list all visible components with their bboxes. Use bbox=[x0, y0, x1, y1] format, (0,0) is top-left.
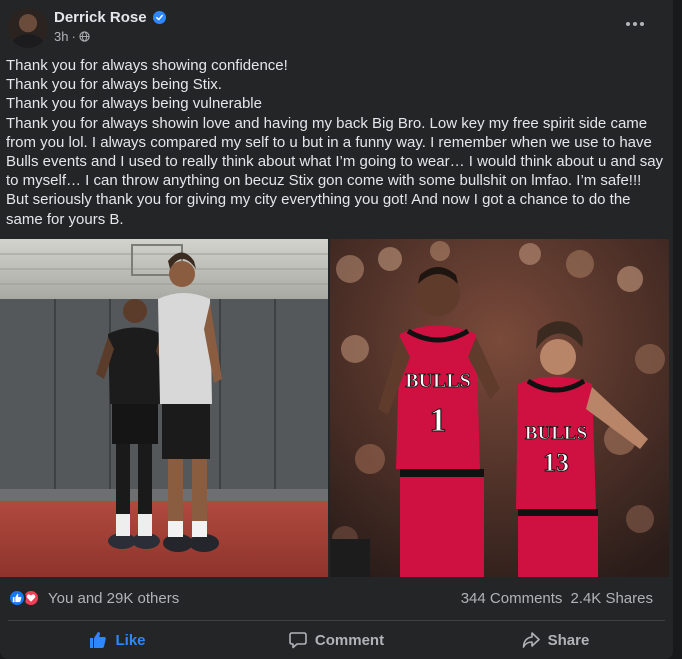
author-name-row: Derrick Rose bbox=[54, 9, 166, 26]
jersey-text-2: BULLS bbox=[525, 423, 587, 444]
more-options-icon[interactable] bbox=[623, 14, 647, 34]
post-line-3: Thank you for always being vulnerable bbox=[6, 95, 262, 113]
author-name[interactable]: Derrick Rose bbox=[54, 9, 147, 26]
feed-post: Derrick Rose 3h · Thank you for always s… bbox=[0, 0, 673, 659]
globe-icon bbox=[79, 31, 90, 42]
thumbs-up-icon bbox=[90, 632, 107, 648]
post-line-2: Thank you for always being Stix. bbox=[6, 76, 222, 94]
actions-divider bbox=[8, 620, 665, 621]
like-label: Like bbox=[115, 631, 146, 649]
comment-button[interactable]: Comment bbox=[227, 623, 446, 657]
post-stats: 344 Comments 2.4K Shares bbox=[461, 590, 653, 607]
reaction-summary[interactable]: You and 29K others bbox=[8, 589, 179, 607]
share-icon bbox=[522, 632, 540, 648]
author-avatar[interactable] bbox=[8, 8, 48, 48]
share-button[interactable]: Share bbox=[446, 623, 665, 657]
verified-badge-icon bbox=[152, 11, 166, 24]
like-button[interactable]: Like bbox=[8, 623, 227, 657]
jersey-number-1: 1 bbox=[430, 402, 447, 439]
post-line-4: Thank you for always showin love and hav… bbox=[6, 114, 664, 228]
like-reaction-icon bbox=[8, 589, 26, 607]
reactions-count: You and 29K others bbox=[48, 589, 180, 607]
photo-two-men-gym[interactable] bbox=[0, 239, 328, 577]
comment-icon bbox=[289, 632, 307, 649]
comment-label: Comment bbox=[314, 631, 385, 649]
comments-count[interactable]: 344 Comments bbox=[461, 590, 563, 607]
meta-separator: · bbox=[71, 29, 76, 44]
post-time[interactable]: 3h bbox=[54, 29, 68, 44]
post-header: Derrick Rose 3h · bbox=[0, 0, 673, 52]
post-text: Thank you for always showing confidence!… bbox=[6, 56, 666, 229]
shares-count[interactable]: 2.4K Shares bbox=[570, 590, 653, 607]
post-actions: Like Comment Share bbox=[8, 623, 665, 657]
post-line-1: Thank you for always showing confidence! bbox=[6, 57, 288, 74]
post-meta: 3h · bbox=[54, 29, 90, 44]
jersey-text-1: BULLS bbox=[405, 370, 471, 392]
jersey-number-2: 13 bbox=[543, 448, 569, 477]
photo-bulls-players[interactable]: BULLS 1 BULLS 13 bbox=[330, 239, 669, 577]
share-label: Share bbox=[547, 631, 590, 649]
reaction-icons bbox=[8, 589, 40, 607]
